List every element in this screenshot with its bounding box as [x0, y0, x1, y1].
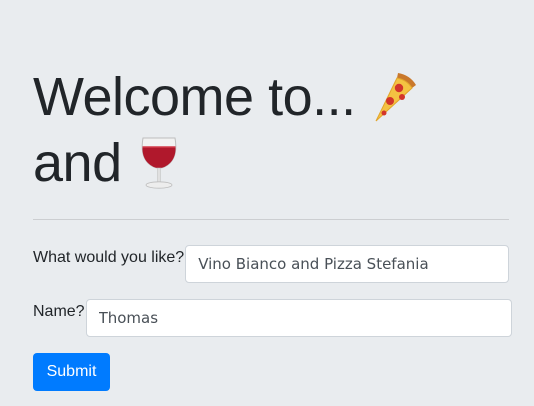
title-line-1: Welcome to...: [33, 64, 513, 130]
order-input[interactable]: [185, 245, 510, 283]
wine-glass-icon: [134, 135, 184, 191]
name-label: Name?: [33, 303, 85, 320]
order-label: What would you like?: [33, 249, 185, 266]
jumbotron: Welcome to... and What would you like? V…: [0, 0, 534, 406]
divider: [33, 219, 509, 220]
title-line-2: and: [33, 130, 513, 196]
title-text-welcome: Welcome to...: [33, 67, 356, 127]
pizza-slice-icon: [368, 69, 418, 125]
name-input[interactable]: [85, 299, 512, 337]
page-title: Welcome to... and: [33, 64, 513, 196]
name-row: Name?: [33, 299, 512, 337]
title-text-and: and: [33, 133, 122, 193]
submit-button[interactable]: Submit: [33, 353, 110, 391]
order-row: What would you like?: [33, 245, 510, 283]
